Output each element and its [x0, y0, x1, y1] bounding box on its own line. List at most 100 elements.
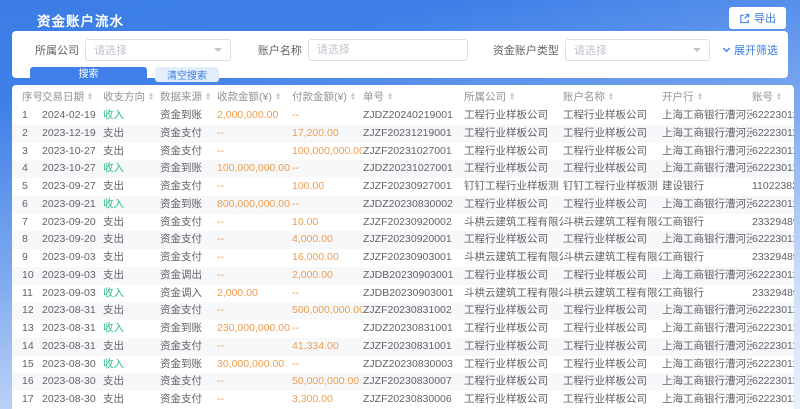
company-filter-label: 所属公司 [35, 42, 79, 58]
cell-date: 2023-09-21 [42, 196, 103, 214]
filter-panel: 所属公司 请选择 账户名称 资金账户类型 请选择 展开筛选 搜索 清空搜索 [12, 31, 788, 78]
sort-icon[interactable]: ▲▼ [350, 93, 356, 101]
table-header-row: 序号交易日期▲▼收支方向▲▼数据来源▲▼收款金额(¥)▲▼付款金额(¥)▲▼单号… [12, 85, 794, 107]
cell-idx: 5 [12, 178, 42, 196]
cell-order: ZJDB20230903001 [363, 267, 464, 285]
column-header-amt[interactable]: 付款金额(¥)▲▼ [292, 85, 363, 107]
search-button[interactable]: 搜索 [30, 67, 147, 82]
sort-icon[interactable]: ▲▼ [387, 93, 393, 101]
column-header-accno[interactable]: 账号▲▼ [752, 85, 794, 107]
cell-idx: 12 [12, 302, 42, 320]
cell-order: ZJZF20230920002 [363, 214, 464, 232]
account-name-filter-label: 账户名称 [258, 42, 302, 58]
cell-company: 工程行业样板公司 [464, 267, 563, 285]
export-button[interactable]: 导出 [729, 7, 786, 29]
chevron-down-icon [214, 48, 222, 52]
sort-icon[interactable]: ▲▼ [697, 93, 703, 101]
cell-date: 2023-08-30 [42, 356, 103, 374]
cell-date: 2023-10-27 [42, 160, 103, 178]
cell-date: 2023-09-03 [42, 267, 103, 285]
sort-icon[interactable]: ▲▼ [509, 93, 515, 101]
cell-amt: -- [292, 320, 363, 338]
company-select[interactable]: 请选择 [85, 39, 231, 61]
cell-source: 资金支付 [160, 143, 217, 161]
sort-icon[interactable]: ▲▼ [275, 93, 281, 101]
cell-bank: 上海工商银行漕河泾支行 [662, 320, 752, 338]
cell-accname: 工程行业样板公司 [563, 107, 662, 125]
clear-search-button[interactable]: 清空搜索 [155, 67, 219, 82]
cell-dir: 收入 [103, 356, 160, 374]
cell-bank: 上海工商银行漕河泾支行 [662, 107, 752, 125]
column-header-accname[interactable]: 账户名称▲▼ [563, 85, 662, 107]
cell-idx: 15 [12, 356, 42, 374]
column-header-company[interactable]: 所属公司▲▼ [464, 85, 563, 107]
expand-filters-link[interactable]: 展开筛选 [722, 42, 778, 58]
table-row: 112023-09-03收入资金调入2,000.00--ZJDB20230903… [12, 285, 794, 303]
cell-amt: -- [217, 231, 292, 249]
cell-accname: 工程行业样板公司 [563, 160, 662, 178]
table-row: 42023-10-27收入资金到账100,000,000.00--ZJDZ202… [12, 160, 794, 178]
cell-amt: -- [217, 373, 292, 391]
cell-company: 工程行业样板公司 [464, 160, 563, 178]
cell-date: 2023-08-31 [42, 338, 103, 356]
table-row: 152023-08-30收入资金到账30,000,000.00--ZJDZ202… [12, 356, 794, 374]
column-header-date[interactable]: 交易日期▲▼ [42, 85, 103, 107]
cell-amt: 30,000,000.00 [217, 356, 292, 374]
sort-icon[interactable]: ▲▼ [608, 93, 614, 101]
cell-idx: 10 [12, 267, 42, 285]
cell-accno: 622230111 [752, 373, 794, 391]
cell-idx: 7 [12, 214, 42, 232]
cell-order: ZJZF20231219001 [363, 125, 464, 143]
column-header-order[interactable]: 单号▲▼ [363, 85, 464, 107]
cell-amt: 17,200.00 [292, 125, 363, 143]
cell-company: 工程行业样板公司 [464, 231, 563, 249]
cell-dir: 支出 [103, 391, 160, 409]
cell-order: ZJDZ20240219001 [363, 107, 464, 125]
table-row: 62023-09-21收入资金到账800,000,000.00--ZJDZ202… [12, 196, 794, 214]
cell-order: ZJDB20230903001 [363, 285, 464, 303]
cell-dir: 支出 [103, 249, 160, 267]
cell-accno: 622230111 [752, 143, 794, 161]
column-header-amt[interactable]: 收款金额(¥)▲▼ [217, 85, 292, 107]
table-row: 132023-08-31收入资金到账230,000,000.00--ZJDZ20… [12, 320, 794, 338]
cell-amt: 230,000,000.00 [217, 320, 292, 338]
cell-dir: 支出 [103, 214, 160, 232]
column-header-dir[interactable]: 收支方向▲▼ [103, 85, 160, 107]
cell-source: 资金到账 [160, 160, 217, 178]
sort-icon[interactable]: ▲▼ [148, 93, 154, 101]
cell-dir: 收入 [103, 107, 160, 125]
column-header-bank[interactable]: 开户行▲▼ [662, 85, 752, 107]
cell-accname: 工程行业样板公司 [563, 143, 662, 161]
cell-accname: 工程行业样板公司 [563, 320, 662, 338]
table-row: 122023-08-31支出资金支付--500,000,000.00ZJZF20… [12, 302, 794, 320]
cell-accno: 23329489 [752, 249, 794, 267]
table-row: 52023-09-27支出资金支付--100.00ZJZF20230927001… [12, 178, 794, 196]
cell-accname: 工程行业样板公司 [563, 231, 662, 249]
cell-accno: 622230111 [752, 320, 794, 338]
cell-accno: 23329489 [752, 285, 794, 303]
cell-amt: -- [292, 160, 363, 178]
cell-source: 资金到账 [160, 356, 217, 374]
sort-icon[interactable]: ▲▼ [205, 93, 211, 101]
table-body: 12024-02-19收入资金到账2,000,000.00--ZJDZ20240… [12, 107, 794, 409]
column-header-source[interactable]: 数据来源▲▼ [160, 85, 217, 107]
cell-amt: 2,000,000.00 [217, 107, 292, 125]
account-name-input[interactable] [308, 39, 468, 61]
table-row: 72023-09-20支出资金支付--10.00ZJZF20230920002斗… [12, 214, 794, 232]
cell-order: ZJZF20231027001 [363, 143, 464, 161]
cell-source: 资金调出 [160, 267, 217, 285]
cell-amt: -- [292, 285, 363, 303]
cell-accno: 622230111 [752, 267, 794, 285]
cell-bank: 上海工商银行漕河泾支行 [662, 143, 752, 161]
account-type-select[interactable]: 请选择 [565, 39, 710, 61]
sort-icon[interactable]: ▲▼ [87, 93, 93, 101]
cell-company: 工程行业样板公司 [464, 143, 563, 161]
sort-icon[interactable]: ▲▼ [776, 93, 782, 101]
cell-source: 资金支付 [160, 178, 217, 196]
cell-company: 工程行业样板公司 [464, 107, 563, 125]
cell-date: 2023-09-20 [42, 231, 103, 249]
cell-company: 斗栱云建筑工程有限公司 [464, 249, 563, 267]
cell-dir: 支出 [103, 267, 160, 285]
cell-order: ZJZF20230830006 [363, 391, 464, 409]
cell-source: 资金支付 [160, 338, 217, 356]
